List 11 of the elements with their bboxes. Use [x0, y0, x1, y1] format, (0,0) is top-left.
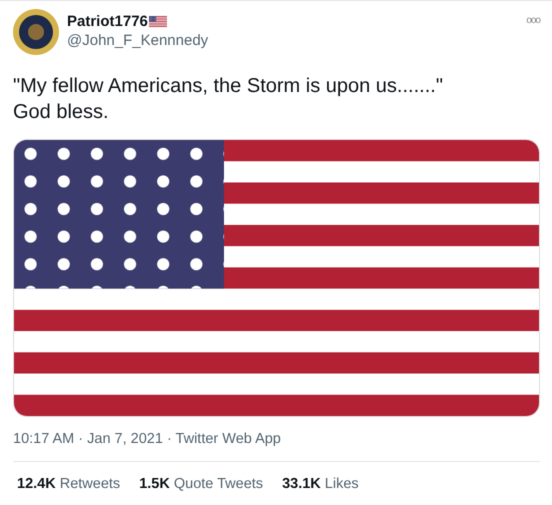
engagement-count[interactable]: 12.4K Retweets — [17, 476, 120, 492]
display-name[interactable]: Patriot1776 — [67, 13, 148, 30]
tweet-text: "My fellow Americans, the Storm is upon us......." — [13, 74, 444, 99]
tweet-timestamp: 10:17 AM · Jan 7, 2021 · Twitter Web App — [13, 431, 282, 447]
engagement-count[interactable]: 1.5K Quote Tweets — [139, 476, 264, 492]
flag-icon — [148, 16, 167, 27]
avatar[interactable] — [13, 9, 59, 55]
user-handle[interactable]: @John_F_Kennnedy — [67, 32, 518, 49]
more-button[interactable]: ooo — [526, 9, 540, 26]
engagement-count[interactable]: 33.1K Likes — [282, 476, 359, 492]
tweet-text: God bless. — [13, 100, 110, 125]
